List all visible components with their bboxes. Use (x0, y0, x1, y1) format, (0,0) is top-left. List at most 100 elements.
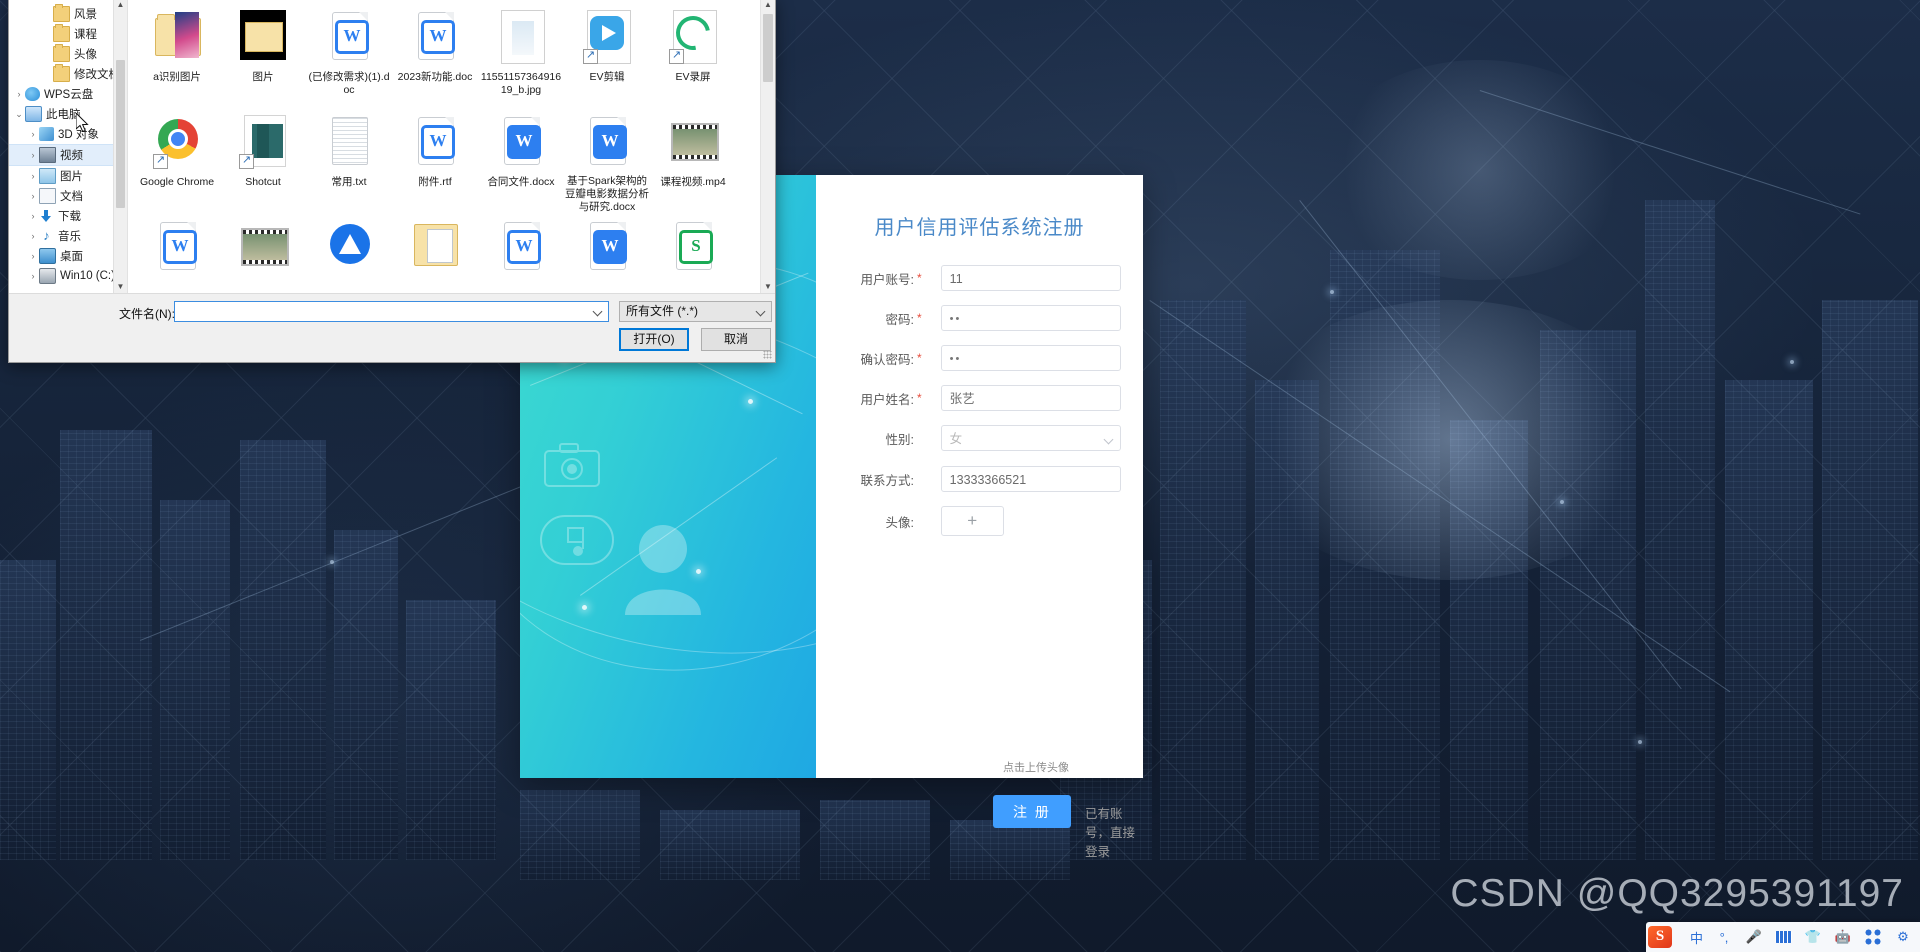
sidebar-item-12[interactable]: › 桌面 (9, 246, 127, 266)
file-tile[interactable]: W (已修改需求)(1).doc (306, 4, 392, 109)
scroll-up-icon[interactable]: ▲ (761, 0, 775, 11)
file-tile[interactable]: W (134, 214, 220, 293)
image-file-icon (501, 10, 545, 64)
chevron-right-icon[interactable]: › (27, 129, 39, 139)
chevron-right-icon[interactable]: › (13, 89, 25, 99)
resize-grip[interactable] (763, 350, 772, 359)
file-tile[interactable] (306, 214, 392, 293)
user-avatar-icon (625, 525, 701, 615)
sidebar-item-4[interactable]: › WPS云盘 (9, 84, 127, 104)
shortcut-arrow-icon: ↗ (239, 154, 254, 169)
file-tile[interactable] (220, 214, 306, 293)
file-name-label: 2023新功能.doc (397, 71, 473, 83)
robot-icon[interactable]: 🤖 (1834, 928, 1852, 946)
file-tile[interactable]: 1155115736491619_b.jpg (478, 4, 564, 109)
sidebar-item-11[interactable]: › ♪ 音乐 (9, 226, 127, 246)
avatar-upload-button[interactable]: + (940, 506, 1004, 536)
scroll-up-icon[interactable]: ▲ (114, 0, 127, 11)
file-tile[interactable]: S (650, 214, 736, 293)
avatar-upload-hint: 点击上传头像 (1003, 762, 1069, 774)
sidebar-item-5[interactable]: ⌄ 此电脑 (9, 104, 127, 124)
sidebar-item-label: 下载 (58, 211, 81, 223)
sidebar-item-10[interactable]: › 下载 (9, 206, 127, 226)
file-type-filter-value: 所有文件 (*.*) (626, 304, 699, 318)
sidebar-item-8[interactable]: › 图片 (9, 166, 127, 186)
register-button[interactable]: 注 册 (993, 795, 1071, 828)
text-file-icon (332, 117, 368, 165)
file-tile[interactable]: W (478, 214, 564, 293)
wps-word-doc-icon: W (411, 8, 459, 68)
sidebar-item-2[interactable]: 头像 (9, 44, 127, 64)
file-tile[interactable]: a识别图片 (134, 4, 220, 109)
sidebar-item-0[interactable]: 风景 (9, 4, 127, 24)
chevron-down-icon[interactable]: ⌄ (13, 109, 25, 120)
file-tile[interactable]: ↗ Google Chrome (134, 109, 220, 214)
microphone-icon[interactable]: 🎤 (1745, 928, 1763, 946)
nav-scrollbar[interactable]: ▲ ▼ (113, 0, 127, 293)
login-link[interactable]: 已有账号，直接登录 (1085, 803, 1143, 860)
open-button[interactable]: 打开(O) (619, 328, 689, 351)
confirm-password-input[interactable]: •• (940, 345, 1121, 371)
sidebar-item-7[interactable]: › 视频 (9, 144, 127, 166)
filename-input[interactable] (174, 301, 609, 322)
cancel-button[interactable]: 取消 (701, 328, 771, 351)
sogou-logo-icon[interactable]: S (1647, 926, 1672, 948)
ime-mode-toggle[interactable]: 中 (1690, 928, 1703, 947)
file-tile[interactable]: W 附件.rtf (392, 109, 478, 214)
nav-scrollbar-thumb[interactable] (116, 60, 125, 208)
chevron-down-icon[interactable] (592, 306, 603, 317)
ime-toolbar[interactable]: S 中 °, 🎤 👕 🤖 ⚙ (1645, 922, 1920, 952)
form-row-contact: 联系方式: * 13333366521 (832, 466, 1121, 492)
apps-icon[interactable] (1864, 928, 1882, 946)
comma-icon[interactable]: °, (1715, 928, 1733, 946)
file-tile[interactable]: ↗ EV录屏 (650, 4, 736, 109)
file-tile[interactable]: ↗ Shotcut (220, 109, 306, 214)
file-dialog-body: 风景 课程 头像 修改文档 › WPS云盘 ⌄ 此电脑 › 3D 对象 › 视频 › 图片 › 文档 › 下载 › ♪… (9, 0, 775, 293)
required-asterisk: * (917, 311, 922, 325)
wps-word-icon: W (421, 125, 455, 159)
chevron-right-icon[interactable]: › (27, 251, 39, 261)
sidebar-item-6[interactable]: › 3D 对象 (9, 124, 127, 144)
sidebar-item-label: 风景 (74, 9, 97, 21)
file-tile[interactable]: W 基于Spark架构的豆瓣电影数据分析与研究.docx (564, 109, 650, 214)
gender-select[interactable]: 女 (940, 425, 1121, 451)
password-input[interactable]: •• (940, 305, 1121, 331)
network-node (1638, 740, 1642, 744)
file-type-filter-select[interactable]: 所有文件 (*.*) (619, 301, 772, 322)
scroll-down-icon[interactable]: ▼ (114, 280, 127, 293)
file-tile[interactable]: W (564, 214, 650, 293)
file-list-pane[interactable]: a识别图片 图片 W (已修改需求)(1).doc W 2023新功能.doc 115511… (128, 0, 775, 293)
chevron-right-icon[interactable]: › (27, 231, 39, 241)
navigation-pane[interactable]: 风景 课程 头像 修改文档 › WPS云盘 ⌄ 此电脑 › 3D 对象 › 视频 › 图片 › 文档 › 下载 › ♪… (9, 0, 128, 293)
skin-icon[interactable]: 👕 (1804, 928, 1822, 946)
chevron-right-icon[interactable]: › (27, 211, 39, 221)
chevron-down-icon[interactable] (755, 306, 766, 317)
sidebar-item-13[interactable]: › Win10 (C:) (9, 266, 127, 286)
file-tile[interactable]: 常用.txt (306, 109, 392, 214)
file-list-scrollbar[interactable]: ▲ ▼ (760, 0, 775, 293)
sidebar-item-9[interactable]: › 文档 (9, 186, 127, 206)
sidebar-item-3[interactable]: 修改文档 (9, 64, 127, 84)
contact-input[interactable]: 13333366521 (940, 466, 1121, 492)
sidebar-item-1[interactable]: 课程 (9, 24, 127, 44)
sidebar-item-label: Win10 (C:) (60, 270, 115, 282)
file-tile[interactable] (392, 214, 478, 293)
keyboard-icon[interactable] (1775, 931, 1792, 943)
file-tile[interactable]: ↗ EV剪辑 (564, 4, 650, 109)
chevron-right-icon[interactable]: › (27, 150, 39, 160)
file-list-scrollbar-thumb[interactable] (763, 14, 773, 82)
file-list: a识别图片 图片 W (已修改需求)(1).doc W 2023新功能.doc 115511… (128, 0, 761, 293)
file-tile[interactable]: 课程视频.mp4 (650, 109, 736, 214)
desktop-icon (39, 248, 56, 264)
chevron-right-icon[interactable]: › (27, 191, 39, 201)
file-tile[interactable]: 图片 (220, 4, 306, 109)
field-label: 用户姓名: (860, 392, 914, 407)
file-tile[interactable]: W 合同文件.docx (478, 109, 564, 214)
account-input[interactable]: 11 (940, 265, 1121, 291)
chevron-right-icon[interactable]: › (27, 271, 39, 281)
chevron-right-icon[interactable]: › (27, 171, 39, 181)
file-tile[interactable]: W 2023新功能.doc (392, 4, 478, 109)
settings-icon[interactable]: ⚙ (1894, 928, 1912, 946)
scroll-down-icon[interactable]: ▼ (761, 280, 775, 293)
username-input[interactable]: 张艺 (940, 385, 1121, 411)
